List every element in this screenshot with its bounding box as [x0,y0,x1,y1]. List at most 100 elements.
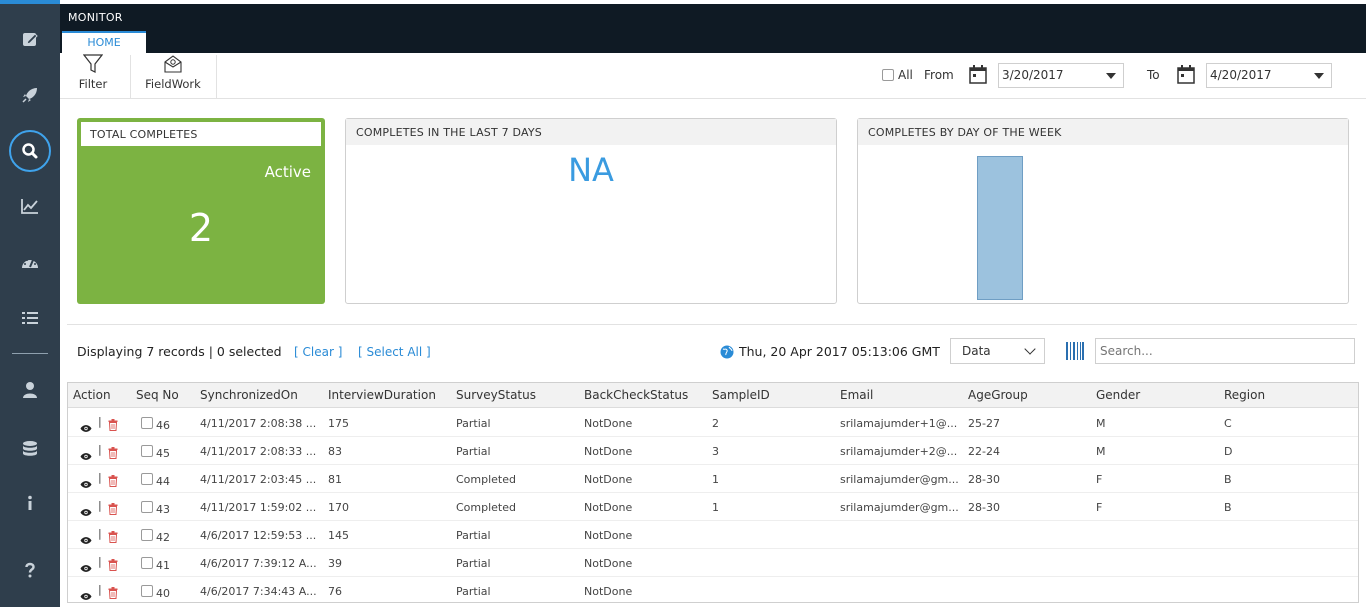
action-separator: | [98,415,102,428]
column-header-age-group[interactable]: AgeGroup [968,388,1028,402]
view-icon[interactable] [80,530,92,549]
column-header-backcheck-status[interactable]: BackCheckStatus [584,388,688,402]
cell-gender: M [1096,417,1106,430]
barcode-icon[interactable] [1065,341,1085,361]
globe-icon [720,345,734,358]
from-date-select[interactable]: 3/20/2017 [998,63,1124,88]
action-separator: | [98,555,102,568]
server-datetime: Thu, 20 Apr 2017 05:13:06 GMT [720,344,940,359]
row-checkbox[interactable] [141,417,153,429]
cell-region: D [1224,445,1233,458]
view-icon[interactable] [80,558,92,577]
cell-survey-status: Partial [456,557,491,570]
clear-link[interactable]: [ Clear ] [294,345,342,359]
sidebar-item-edit[interactable] [0,19,60,59]
to-date-value: 4/20/2017 [1210,68,1272,82]
all-label: All [898,68,913,82]
sidebar-item-search[interactable] [0,130,60,172]
sidebar-item-user[interactable] [0,370,60,410]
action-separator: | [98,443,102,456]
from-label: From [924,68,954,82]
cell-synchronized: 4/11/2017 2:03:45 ... [200,473,317,486]
last7-days-title: COMPLETES IN THE LAST 7 DAYS [346,119,836,145]
delete-icon[interactable] [108,528,118,547]
row-checkbox[interactable] [141,473,153,485]
to-date-select[interactable]: 4/20/2017 [1206,63,1332,88]
page-title: MONITOR [68,11,123,24]
total-completes-title: TOTAL COMPLETES [81,122,321,146]
column-header-email[interactable]: Email [840,388,873,402]
column-header-survey-status[interactable]: SurveyStatus [456,388,536,402]
cell-duration: 145 [328,529,349,542]
table-row[interactable]: | 42 4/6/2017 12:59:53 ... 145 Partial NotDon… [68,521,1358,549]
chart-line-icon [21,199,38,214]
cell-seq: 42 [156,531,170,544]
cell-age-group: 28-30 [968,473,1000,486]
delete-icon[interactable] [108,584,118,602]
view-icon[interactable] [80,418,92,437]
cell-synchronized: 4/6/2017 12:59:53 ... [200,529,317,542]
table-row[interactable]: | 45 4/11/2017 2:08:33 ... 83 Partial NotDone… [68,437,1358,465]
row-checkbox[interactable] [141,501,153,513]
row-checkbox[interactable] [141,585,153,597]
database-icon [23,441,37,456]
user-icon [23,382,37,398]
view-select-value: Data [962,344,991,358]
fieldwork-label: FieldWork [145,77,201,91]
row-checkbox[interactable] [141,445,153,457]
column-header-gender[interactable]: Gender [1096,388,1140,402]
sidebar-accent [0,0,60,4]
sidebar-item-list[interactable] [0,298,60,338]
sidebar-item-help[interactable] [0,550,60,590]
filter-button[interactable]: Filter [74,53,112,99]
cell-gender: F [1096,501,1103,514]
total-completes-value: 2 [188,206,214,250]
tab-home[interactable]: HOME [62,31,146,53]
from-date-value: 3/20/2017 [1002,68,1064,82]
row-checkbox[interactable] [141,557,153,569]
all-checkbox[interactable] [882,69,894,81]
table-row[interactable]: | 41 4/6/2017 7:39:12 A... 39 Partial NotDone [68,549,1358,577]
column-header-sample-id[interactable]: SampleID [712,388,770,402]
delete-icon[interactable] [108,556,118,575]
view-select[interactable]: Data [950,338,1045,364]
cell-survey-status: Partial [456,417,491,430]
cell-synchronized: 4/6/2017 7:34:43 A... [200,585,317,598]
table-row[interactable]: | 46 4/11/2017 2:08:38 ... 175 Partial NotDon… [68,409,1358,437]
cell-backcheck-status: NotDone [584,417,633,430]
sidebar-item-analytics[interactable] [0,186,60,226]
view-icon[interactable] [80,446,92,465]
column-header-seq[interactable]: Seq No [136,388,179,402]
select-all-link[interactable]: [ Select All ] [358,345,431,359]
cell-age-group: 22-24 [968,445,1000,458]
table-header: Action Seq No SynchronizedOn InterviewDu… [68,383,1358,408]
cell-seq: 41 [156,559,170,572]
view-icon[interactable] [80,474,92,493]
row-checkbox[interactable] [141,529,153,541]
cell-gender: F [1096,473,1103,486]
table-row[interactable]: | 43 4/11/2017 1:59:02 ... 170 Completed NotD… [68,493,1358,521]
records-table: Action Seq No SynchronizedOn InterviewDu… [67,382,1359,603]
delete-icon[interactable] [108,500,118,519]
column-header-synchronized[interactable]: SynchronizedOn [200,388,298,402]
calendar-icon[interactable] [969,65,987,84]
fieldwork-button[interactable]: FieldWork [144,53,202,99]
column-header-action[interactable]: Action [73,388,111,402]
calendar-icon[interactable] [1177,65,1195,84]
sidebar-item-dashboard[interactable] [0,243,60,283]
delete-icon[interactable] [108,416,118,435]
delete-icon[interactable] [108,444,118,463]
view-icon[interactable] [80,502,92,521]
sidebar-item-info[interactable] [0,483,60,523]
table-row[interactable]: | 44 4/11/2017 2:03:45 ... 81 Completed NotDo… [68,465,1358,493]
cell-email: srilamajumder+2@... [840,445,958,458]
column-header-duration[interactable]: InterviewDuration [328,388,436,402]
view-icon[interactable] [80,586,92,602]
search-input[interactable] [1095,338,1355,364]
cell-seq: 45 [156,447,170,460]
sidebar-item-launch[interactable] [0,75,60,115]
column-header-region[interactable]: Region [1224,388,1265,402]
sidebar-item-database[interactable] [0,429,60,469]
table-row[interactable]: | 40 4/6/2017 7:34:43 A... 76 Partial NotDone [68,577,1358,602]
delete-icon[interactable] [108,472,118,491]
